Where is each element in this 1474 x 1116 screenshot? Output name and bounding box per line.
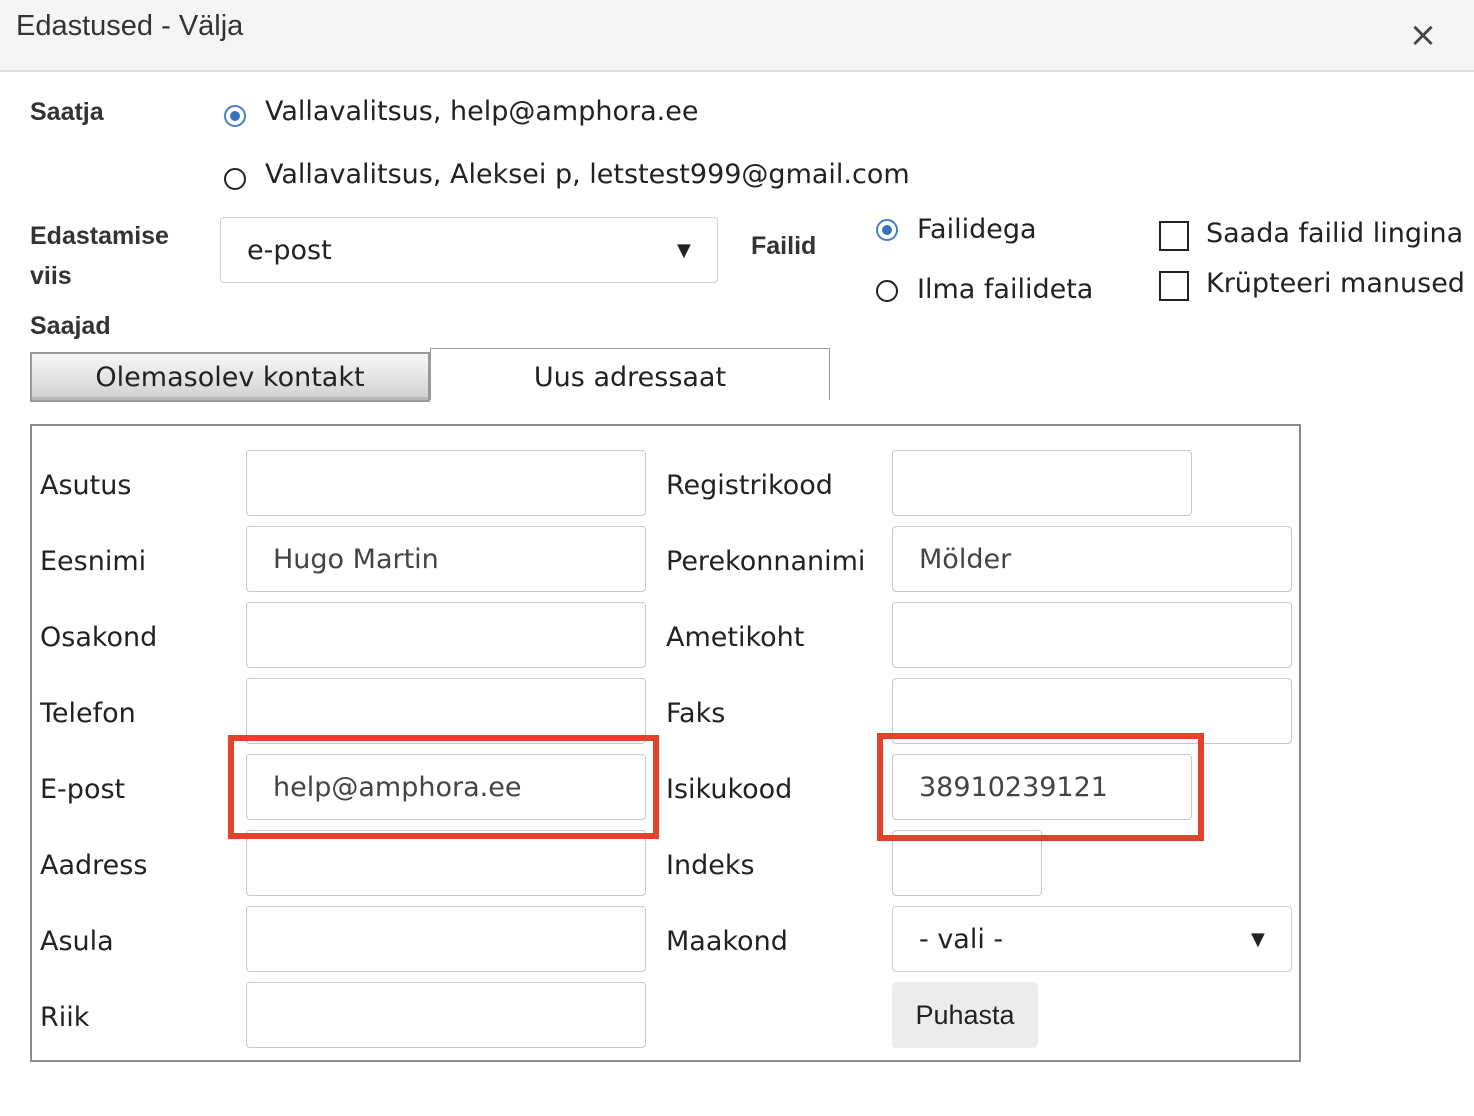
files-option-without-label: Ilma failideta — [917, 274, 1094, 305]
sender-radio-1[interactable] — [224, 105, 246, 127]
close-icon[interactable]: × — [1404, 16, 1442, 54]
chevron-down-icon: ▼ — [677, 240, 691, 261]
files-radio-with[interactable] — [876, 219, 898, 241]
maakond-select-value: - vali - — [919, 924, 1004, 955]
asula-label: Asula — [40, 926, 114, 957]
sender-label: Saatja — [30, 98, 104, 126]
maakond-select[interactable]: - vali - ▼ — [892, 906, 1292, 972]
files-label: Failid — [751, 232, 817, 260]
indeks-input[interactable] — [892, 830, 1042, 896]
asutus-label: Asutus — [40, 470, 132, 501]
clear-button[interactable]: Puhasta — [892, 982, 1038, 1048]
method-select-value: e-post — [247, 235, 332, 266]
riik-input[interactable] — [246, 982, 646, 1048]
ametikoht-label: Ametikoht — [666, 622, 805, 653]
perekonnanimi-label: Perekonnanimi — [666, 546, 866, 577]
aadress-label: Aadress — [40, 850, 148, 881]
chevron-down-icon: ▼ — [1251, 929, 1265, 950]
faks-label: Faks — [666, 698, 726, 729]
tab-new-recipient[interactable]: Uus adressaat — [430, 348, 830, 400]
ametikoht-input[interactable] — [892, 602, 1292, 668]
sender-option-1-label: Vallavalitsus, help@amphora.ee — [265, 96, 699, 127]
maakond-label: Maakond — [666, 926, 788, 957]
method-select[interactable]: e-post ▼ — [220, 217, 718, 283]
dialog-titlebar: Edastused - Välja × — [0, 0, 1474, 72]
osakond-input[interactable] — [246, 602, 646, 668]
asutus-input[interactable] — [246, 450, 646, 516]
eesnimi-label: Eesnimi — [40, 546, 147, 577]
isikukood-input[interactable] — [892, 754, 1192, 820]
epost-label: E-post — [40, 774, 126, 805]
asula-input[interactable] — [246, 906, 646, 972]
indeks-label: Indeks — [666, 850, 755, 881]
send-as-link-label: Saada failid lingina — [1206, 218, 1464, 249]
telefon-label: Telefon — [40, 698, 136, 729]
files-radio-without[interactable] — [876, 280, 898, 302]
recipients-label: Saajad — [30, 312, 111, 340]
isikukood-label: Isikukood — [666, 774, 793, 805]
new-recipient-form: Asutus Registrikood Eesnimi Perekonnanim… — [30, 424, 1301, 1062]
osakond-label: Osakond — [40, 622, 158, 653]
method-label-line1: Edastamise — [30, 222, 169, 250]
registrikood-input[interactable] — [892, 450, 1192, 516]
sender-radio-2[interactable] — [224, 168, 246, 190]
tab-existing-contact[interactable]: Olemasolev kontakt — [30, 352, 430, 402]
faks-input[interactable] — [892, 678, 1292, 744]
send-as-link-checkbox[interactable] — [1159, 221, 1189, 251]
registrikood-label: Registrikood — [666, 470, 833, 501]
eesnimi-input[interactable] — [246, 526, 646, 592]
encrypt-attachments-checkbox[interactable] — [1159, 271, 1189, 301]
method-label-line2: viis — [30, 262, 72, 290]
riik-label: Riik — [40, 1002, 90, 1033]
aadress-input[interactable] — [246, 830, 646, 896]
encrypt-attachments-label: Krüpteeri manused — [1206, 268, 1465, 299]
telefon-input[interactable] — [246, 678, 646, 744]
files-option-with-label: Failidega — [917, 214, 1037, 245]
dialog-title: Edastused - Välja — [16, 10, 244, 42]
perekonnanimi-input[interactable] — [892, 526, 1292, 592]
sender-option-2-label: Vallavalitsus, Aleksei p, letstest999@gm… — [265, 159, 910, 190]
epost-input[interactable] — [246, 754, 646, 820]
